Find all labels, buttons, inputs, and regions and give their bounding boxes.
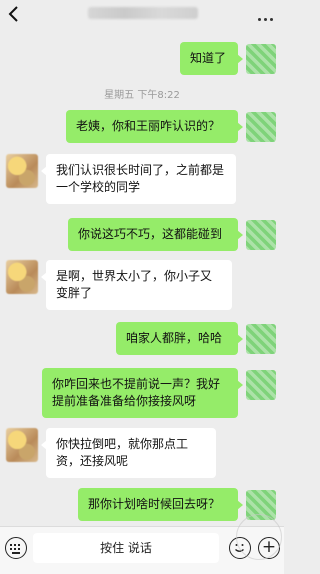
message-text: 知道了 [190,51,227,65]
outgoing-bubble[interactable]: 你说这巧不巧，这都能碰到 [68,218,243,251]
message-text: 你说这巧不巧，这都能碰到 [78,227,223,241]
message-text: 你快拉倒吧，就你那点工资，还接风呢 [56,437,189,468]
my-avatar[interactable] [246,324,276,354]
message-text: 那你计划啥时候回去呀？ [88,497,221,511]
my-avatar[interactable] [246,220,276,250]
my-avatar[interactable] [246,370,276,400]
contact-avatar[interactable] [6,428,38,462]
message-text: 我们认识很长时间了，之前都是一个学校的同学 [56,163,225,194]
outgoing-bubble[interactable]: 那你计划啥时候回去呀？ [78,488,243,521]
message-text: 老姨，你和王丽咋认识的？ [76,119,221,133]
chat-header [0,0,284,28]
my-avatar[interactable] [246,44,276,74]
incoming-bubble[interactable]: 你快拉倒吧，就你那点工资，还接风呢 [41,428,216,478]
incoming-bubble[interactable]: 我们认识很长时间了，之前都是一个学校的同学 [41,154,236,204]
keyboard-icon[interactable] [5,537,27,559]
hold-to-talk-button[interactable]: 按住 说话 [33,533,219,563]
message-text: 你咋回来也不提前说一声？我好提前准备准备给你接接风呀 [52,377,221,408]
outgoing-bubble[interactable]: 老姨，你和王丽咋认识的？ [66,110,243,143]
back-arrow-icon[interactable] [6,5,22,23]
my-avatar[interactable] [246,112,276,142]
contact-avatar[interactable] [6,154,38,188]
message-text: 咱家人都胖，哈哈 [126,331,223,345]
incoming-bubble[interactable]: 是啊，世界太小了，你小子又变胖了 [41,260,232,310]
contact-avatar[interactable] [6,260,38,294]
message-list[interactable]: 知道了 星期五 下午8:22 老姨，你和王丽咋认识的？ 我们认识很长时间了，之前… [0,28,284,526]
chat-title-blurred [88,7,198,19]
timestamp: 星期五 下午8:22 [104,90,180,101]
outgoing-bubble[interactable]: 你咋回来也不提前说一声？我好提前准备准备给你接接风呀 [42,368,243,418]
outgoing-bubble[interactable]: 知道了 [180,42,243,75]
message-text: 是啊，世界太小了，你小子又变胖了 [56,269,213,300]
watermark-logo [236,514,282,560]
more-options-icon[interactable] [256,6,276,22]
outgoing-bubble[interactable]: 咱家人都胖，哈哈 [116,322,243,355]
